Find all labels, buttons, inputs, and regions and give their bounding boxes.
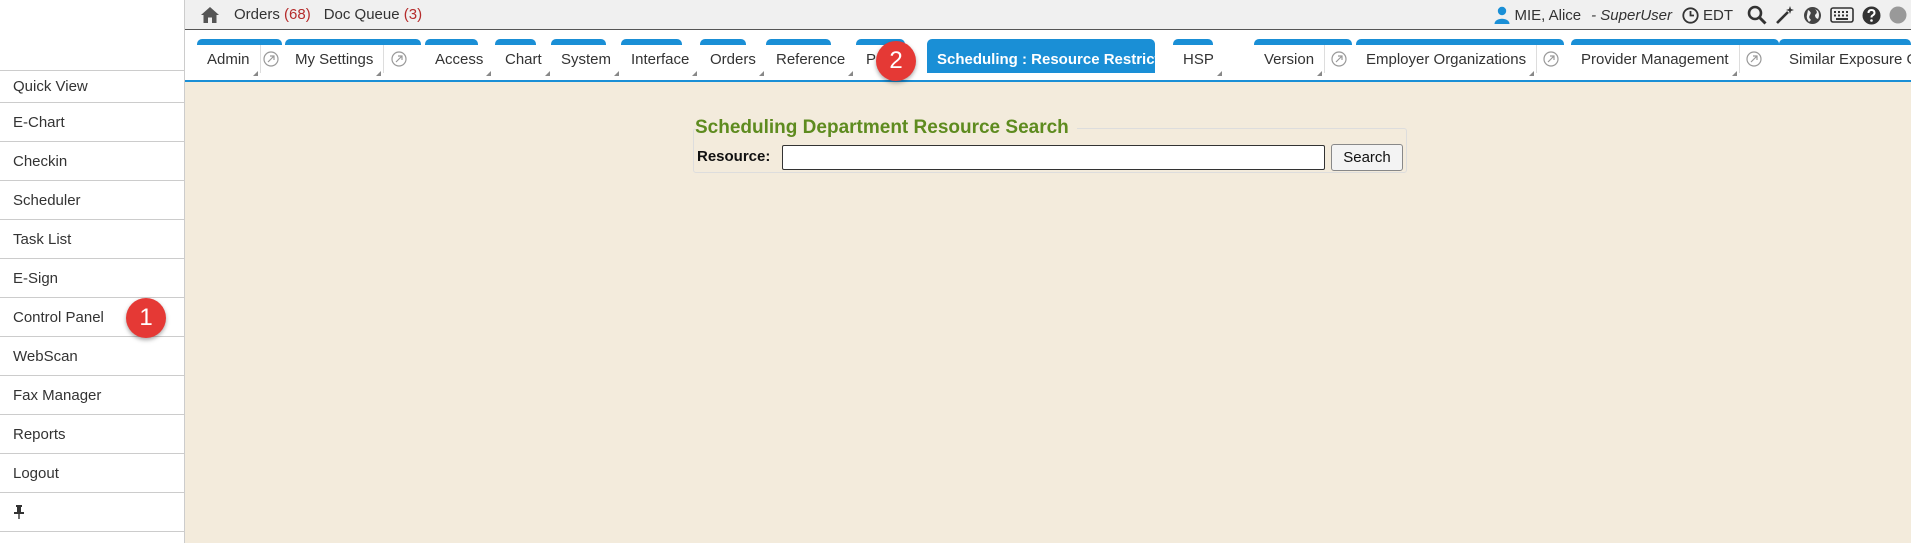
sidebar-item-label: Scheduler — [13, 191, 81, 209]
orders-link[interactable]: Orders (68) — [234, 6, 311, 23]
sidebar-item-label: Fax Manager — [13, 386, 102, 404]
sidebar-item-label: Quick View — [13, 78, 88, 95]
globe-icon[interactable] — [1803, 6, 1822, 25]
sidebar-item-label: Control Panel — [13, 308, 104, 326]
clock-icon — [1682, 6, 1699, 24]
tab-label: Interface — [621, 51, 699, 76]
tab-orders[interactable]: Orders — [700, 39, 764, 76]
sidebar-item-task-list[interactable]: Task List — [0, 220, 184, 259]
tab-label: Employer Organizations — [1356, 51, 1536, 76]
user-icon — [1494, 6, 1510, 24]
tab-interface[interactable]: Interface — [621, 39, 698, 76]
sidebar-item-logout[interactable]: Logout — [0, 454, 184, 493]
annotation-badge-2: 2 — [876, 41, 916, 81]
sidebar-item-label: Logout — [13, 464, 59, 482]
sidebar-item-label: E-Sign — [13, 269, 59, 287]
sidebar-item-label: E-Chart — [13, 113, 65, 131]
sidebar-item-webscan[interactable]: WebScan — [0, 337, 184, 376]
tab-scheduling-resource-restrictions[interactable]: Scheduling : Resource Restrictions — [927, 39, 1199, 76]
tab-label: System — [551, 51, 621, 76]
sidebar-pin[interactable] — [0, 493, 184, 532]
sidebar-item-scheduler[interactable]: Scheduler — [0, 181, 184, 220]
tab-similar-exposure[interactable]: Similar Exposure Gr — [1779, 39, 1911, 73]
tab-provider-management[interactable]: Provider Management — [1571, 39, 1779, 76]
sidebar-item-fax-manager[interactable]: Fax Manager — [0, 376, 184, 415]
tab-label: Admin — [197, 51, 260, 76]
user-menu[interactable]: MIE, Alice — [1494, 6, 1581, 24]
popout-icon[interactable] — [1324, 45, 1352, 73]
logo-area — [0, 0, 184, 71]
doc-queue-count: (3) — [403, 6, 423, 23]
tab-employer-organizations[interactable]: Employer Organizations — [1356, 39, 1564, 76]
sidebar-item-e-chart[interactable]: E-Chart — [0, 103, 184, 142]
tab-hsp[interactable]: HSP — [1173, 39, 1222, 76]
sidebar: Quick View E-Chart Checkin Scheduler Tas… — [0, 0, 185, 543]
sidebar-item-e-sign[interactable]: E-Sign — [0, 259, 184, 298]
sidebar-item-label: Task List — [13, 230, 72, 248]
sidebar-item-label: WebScan — [13, 347, 78, 365]
popout-icon[interactable] — [1738, 45, 1769, 73]
pin-icon — [14, 505, 24, 519]
tab-system[interactable]: System — [551, 39, 620, 76]
tab-access[interactable]: Access — [425, 39, 492, 76]
user-name: MIE, Alice — [1514, 6, 1582, 24]
sidebar-item-label: Checkin — [13, 152, 68, 170]
page-title: Scheduling Department Resource Search — [695, 117, 1077, 139]
sidebar-item-quick-view[interactable]: Quick View — [0, 71, 184, 103]
tab-label: Scheduling : Resource Restrictions — [927, 51, 1200, 76]
popout-icon[interactable] — [1536, 45, 1564, 73]
tab-reference[interactable]: Reference — [766, 39, 854, 76]
search-button[interactable]: Search — [1331, 144, 1403, 171]
home-icon[interactable] — [199, 4, 221, 26]
doc-queue-link[interactable]: Doc Queue (3) — [324, 6, 422, 23]
popout-icon[interactable] — [383, 45, 413, 73]
keyboard-icon[interactable] — [1830, 7, 1854, 23]
top-bar: Orders (68) Doc Queue (3) MIE, Alice - S… — [185, 0, 1911, 30]
tab-label: Access — [425, 51, 493, 76]
tab-label: My Settings — [285, 51, 383, 76]
tab-label: HSP — [1173, 51, 1224, 76]
annotation-badge-1: 1 — [126, 298, 166, 338]
tab-label: Reference — [766, 51, 855, 76]
tab-label: Chart — [495, 51, 552, 76]
tab-label: Similar Exposure Gr — [1779, 51, 1911, 68]
wand-icon[interactable] — [1775, 5, 1795, 25]
timezone-label: EDT — [1703, 6, 1733, 24]
sidebar-item-label: Reports — [13, 425, 66, 443]
user-toolbar: MIE, Alice - SuperUser EDT — [1494, 0, 1911, 30]
tab-label: Orders — [700, 51, 766, 76]
sidebar-item-checkin[interactable]: Checkin — [0, 142, 184, 181]
tab-my-settings[interactable]: My Settings — [285, 39, 421, 76]
timezone[interactable]: EDT — [1682, 7, 1733, 24]
resource-input[interactable] — [782, 145, 1325, 170]
user-role: - SuperUser — [1591, 6, 1672, 24]
tab-version[interactable]: Version — [1254, 39, 1352, 76]
tab-label: Version — [1254, 51, 1324, 76]
help-icon[interactable] — [1862, 6, 1881, 25]
status-icon[interactable] — [1889, 6, 1907, 24]
tab-label: Provider Management — [1571, 51, 1739, 76]
search-icon[interactable] — [1747, 5, 1767, 25]
doc-queue-label: Doc Queue — [323, 6, 400, 23]
resource-label: Resource: — [697, 148, 771, 165]
tab-chart[interactable]: Chart — [495, 39, 550, 76]
tab-bar: Admin My Settings Access Chart System In… — [185, 30, 1911, 82]
orders-count: (68) — [284, 6, 311, 23]
orders-label: Orders — [234, 6, 280, 23]
tab-admin[interactable]: Admin — [197, 39, 282, 76]
popout-icon[interactable] — [259, 45, 282, 73]
sidebar-item-reports[interactable]: Reports — [0, 415, 184, 454]
